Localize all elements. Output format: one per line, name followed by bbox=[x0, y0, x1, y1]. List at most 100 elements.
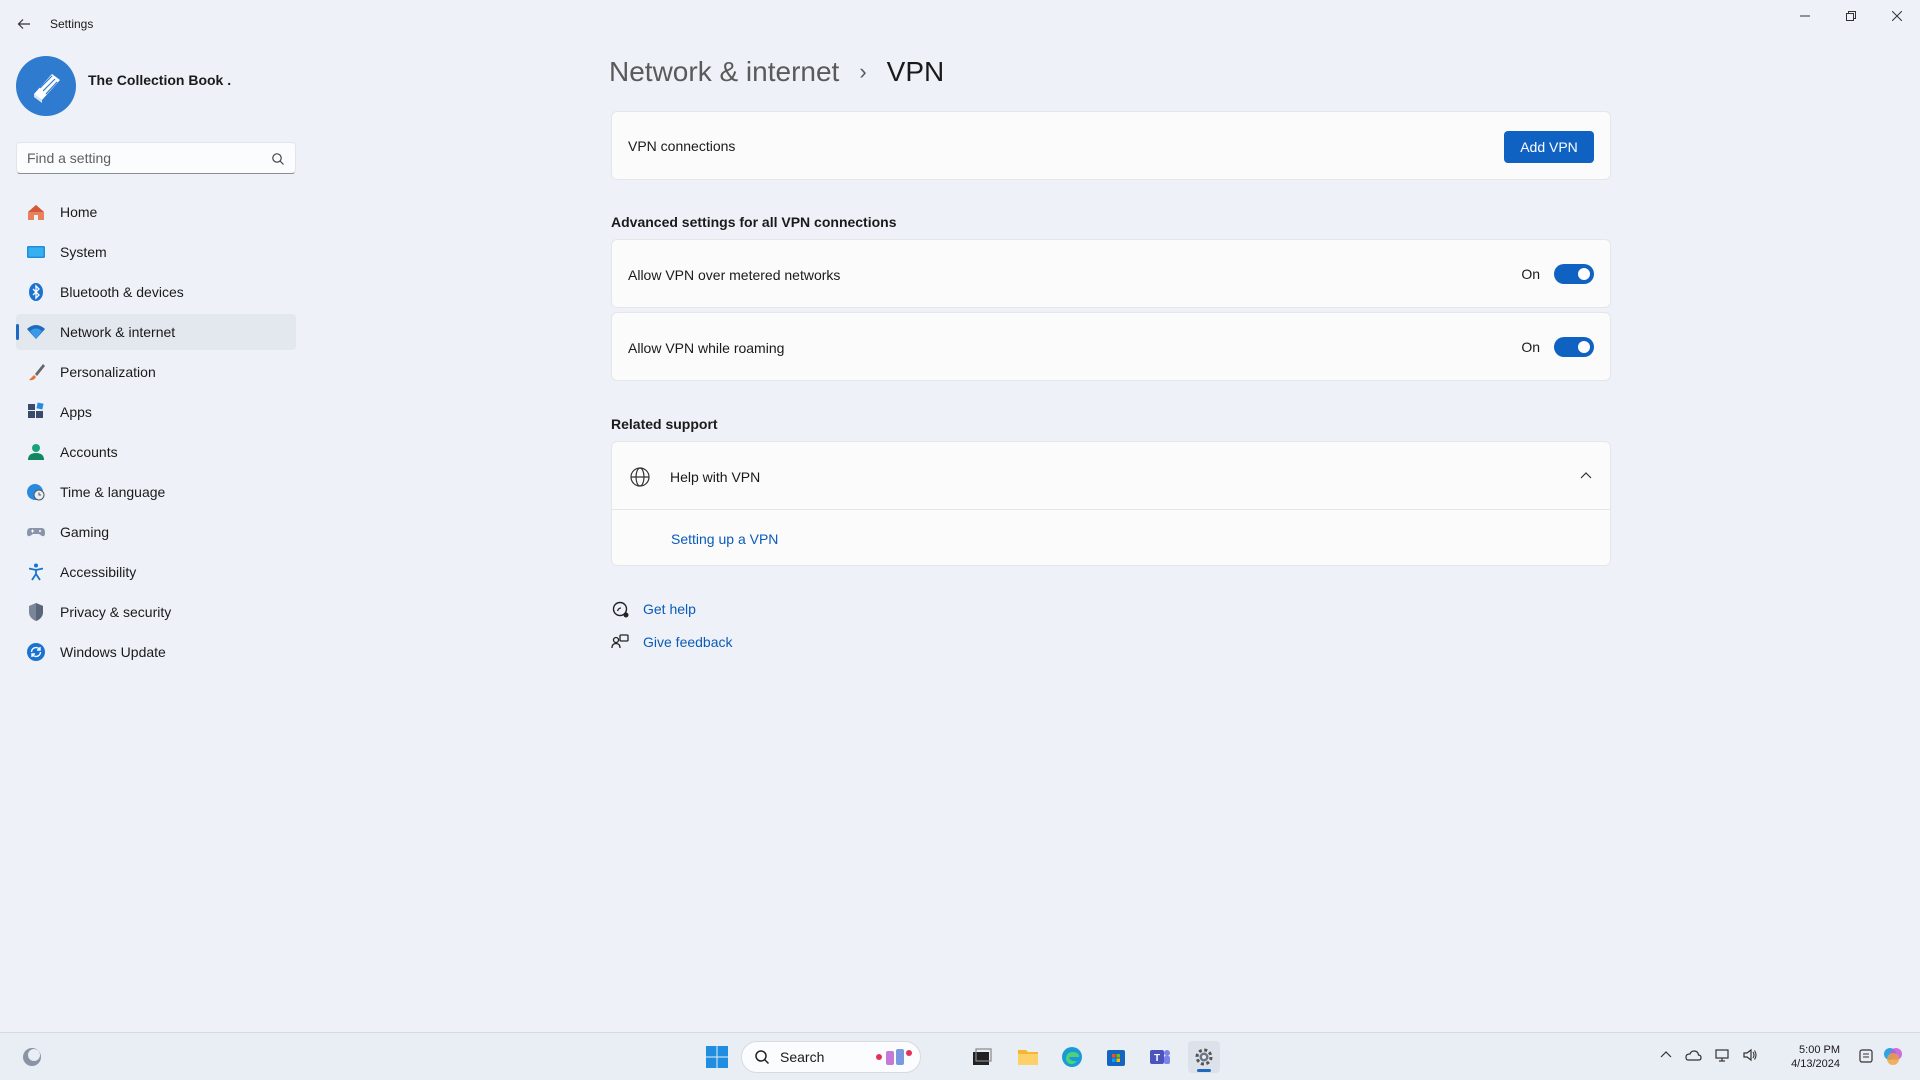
chevron-up-icon[interactable] bbox=[1660, 1050, 1672, 1060]
search-input[interactable] bbox=[17, 143, 257, 173]
sidebar-item-label: Windows Update bbox=[60, 644, 166, 660]
svg-text:T: T bbox=[1154, 1053, 1160, 1064]
metered-networks-card: Allow VPN over metered networks On bbox=[611, 239, 1611, 308]
add-vpn-button[interactable]: Add VPN bbox=[1504, 131, 1594, 163]
sidebar-item-system[interactable]: System bbox=[16, 234, 296, 270]
page-title: VPN bbox=[886, 56, 945, 87]
brush-icon bbox=[26, 362, 46, 382]
restore-button[interactable] bbox=[1828, 0, 1874, 32]
store-button[interactable] bbox=[1100, 1041, 1132, 1073]
toggle-knob bbox=[1578, 341, 1590, 353]
edge-icon bbox=[1062, 1047, 1082, 1067]
sidebar-item-bluetooth[interactable]: Bluetooth & devices bbox=[16, 274, 296, 310]
widgets-button[interactable] bbox=[16, 1041, 48, 1073]
toggle-state-label: On bbox=[1521, 339, 1540, 355]
search-icon[interactable] bbox=[271, 152, 285, 166]
vpn-connections-card: VPN connections Add VPN bbox=[611, 111, 1611, 180]
sidebar-item-label: Privacy & security bbox=[60, 604, 172, 620]
restore-icon bbox=[1846, 11, 1856, 21]
chevron-up-icon[interactable] bbox=[1580, 471, 1592, 481]
sidebar-item-label: Network & internet bbox=[60, 324, 176, 340]
roaming-toggle-group: On bbox=[1521, 337, 1594, 357]
minimize-button[interactable] bbox=[1782, 0, 1828, 32]
taskbar-search-label: Search bbox=[780, 1049, 825, 1065]
help-with-vpn-header[interactable]: Help with VPN bbox=[612, 442, 1610, 510]
sidebar-item-personalization[interactable]: Personalization bbox=[16, 354, 296, 390]
sidebar-item-label: Gaming bbox=[60, 524, 110, 540]
clock-date: 4/13/2024 bbox=[1791, 1058, 1840, 1070]
notifications-icon[interactable] bbox=[1858, 1048, 1874, 1064]
sidebar-item-home[interactable]: Home bbox=[16, 194, 296, 230]
globe-icon bbox=[630, 467, 650, 487]
sidebar-item-label: Home bbox=[60, 204, 98, 220]
taskbar: Search T 5:00 PM 4/13/2024 bbox=[0, 1032, 1920, 1080]
roaming-card: Allow VPN while roaming On bbox=[611, 312, 1611, 381]
teams-button[interactable]: T bbox=[1144, 1041, 1176, 1073]
search-box[interactable] bbox=[16, 142, 296, 174]
file-explorer-button[interactable] bbox=[1012, 1041, 1044, 1073]
sidebar-item-accounts[interactable]: Accounts bbox=[16, 434, 296, 470]
breadcrumb-parent-link[interactable]: Network & internet bbox=[609, 56, 839, 88]
settings-taskbar-button[interactable] bbox=[1188, 1041, 1220, 1073]
edge-button[interactable] bbox=[1056, 1041, 1088, 1073]
sidebar-nav: Home System Bluetooth & devices Network … bbox=[16, 194, 296, 674]
shield-icon bbox=[26, 602, 46, 622]
toggle-knob bbox=[1578, 268, 1590, 280]
taskbar-search[interactable]: Search bbox=[741, 1041, 921, 1073]
search-highlight-icon bbox=[876, 1049, 912, 1065]
get-help-icon bbox=[612, 601, 629, 618]
avatar[interactable] bbox=[16, 56, 76, 116]
wifi-icon bbox=[26, 322, 46, 342]
sidebar-item-apps[interactable]: Apps bbox=[16, 394, 296, 430]
apps-icon bbox=[26, 402, 46, 422]
sidebar-item-privacy[interactable]: Privacy & security bbox=[16, 594, 296, 630]
get-help-row[interactable]: Get help bbox=[611, 599, 696, 619]
weather-icon bbox=[23, 1048, 41, 1066]
start-button[interactable] bbox=[701, 1041, 733, 1073]
search-icon bbox=[755, 1050, 770, 1065]
sidebar-item-windows-update[interactable]: Windows Update bbox=[16, 634, 296, 670]
sidebar-item-label: Time & language bbox=[60, 484, 166, 500]
close-icon bbox=[1892, 11, 1902, 21]
roaming-toggle[interactable] bbox=[1554, 337, 1594, 357]
book-icon bbox=[34, 74, 60, 103]
advanced-settings-title: Advanced settings for all VPN connection… bbox=[611, 214, 897, 230]
metered-networks-toggle[interactable] bbox=[1554, 264, 1594, 284]
breadcrumb: Network & internet › VPN bbox=[609, 56, 944, 88]
sidebar-item-label: Bluetooth & devices bbox=[60, 284, 184, 300]
close-button[interactable] bbox=[1874, 0, 1920, 32]
sidebar-item-label: Accounts bbox=[60, 444, 118, 460]
sidebar-item-label: System bbox=[60, 244, 107, 260]
update-icon bbox=[26, 642, 46, 662]
back-button[interactable] bbox=[12, 12, 36, 36]
bluetooth-icon bbox=[26, 282, 46, 302]
help-with-vpn-card: Help with VPN Setting up a VPN bbox=[611, 441, 1611, 566]
toggle-state-label: On bbox=[1521, 266, 1540, 282]
volume-icon[interactable] bbox=[1742, 1047, 1758, 1063]
get-help-link[interactable]: Get help bbox=[643, 601, 696, 617]
sidebar-item-network[interactable]: Network & internet bbox=[16, 314, 296, 350]
setting-up-vpn-link[interactable]: Setting up a VPN bbox=[671, 531, 778, 547]
person-icon bbox=[26, 442, 46, 462]
home-icon bbox=[26, 202, 46, 222]
sidebar-item-gaming[interactable]: Gaming bbox=[16, 514, 296, 550]
onedrive-icon[interactable] bbox=[1684, 1048, 1702, 1062]
sidebar-item-time-language[interactable]: Time & language bbox=[16, 474, 296, 510]
give-feedback-row[interactable]: Give feedback bbox=[611, 632, 733, 652]
globe-clock-icon bbox=[26, 482, 46, 502]
teams-icon: T bbox=[1150, 1050, 1170, 1064]
sidebar-item-label: Accessibility bbox=[60, 564, 137, 580]
app-title: Settings bbox=[50, 17, 94, 31]
copilot-icon[interactable] bbox=[1882, 1045, 1904, 1067]
network-icon[interactable] bbox=[1714, 1047, 1730, 1063]
windows-logo-icon bbox=[706, 1046, 728, 1068]
give-feedback-link[interactable]: Give feedback bbox=[643, 634, 733, 650]
system-icon bbox=[26, 242, 46, 262]
system-tray bbox=[1660, 1047, 1758, 1063]
folder-icon bbox=[1018, 1050, 1038, 1065]
accessibility-icon bbox=[26, 562, 46, 582]
task-view-button[interactable] bbox=[966, 1041, 998, 1073]
gear-icon bbox=[1195, 1048, 1213, 1066]
clock[interactable]: 5:00 PM 4/13/2024 bbox=[1780, 1043, 1840, 1071]
sidebar-item-accessibility[interactable]: Accessibility bbox=[16, 554, 296, 590]
